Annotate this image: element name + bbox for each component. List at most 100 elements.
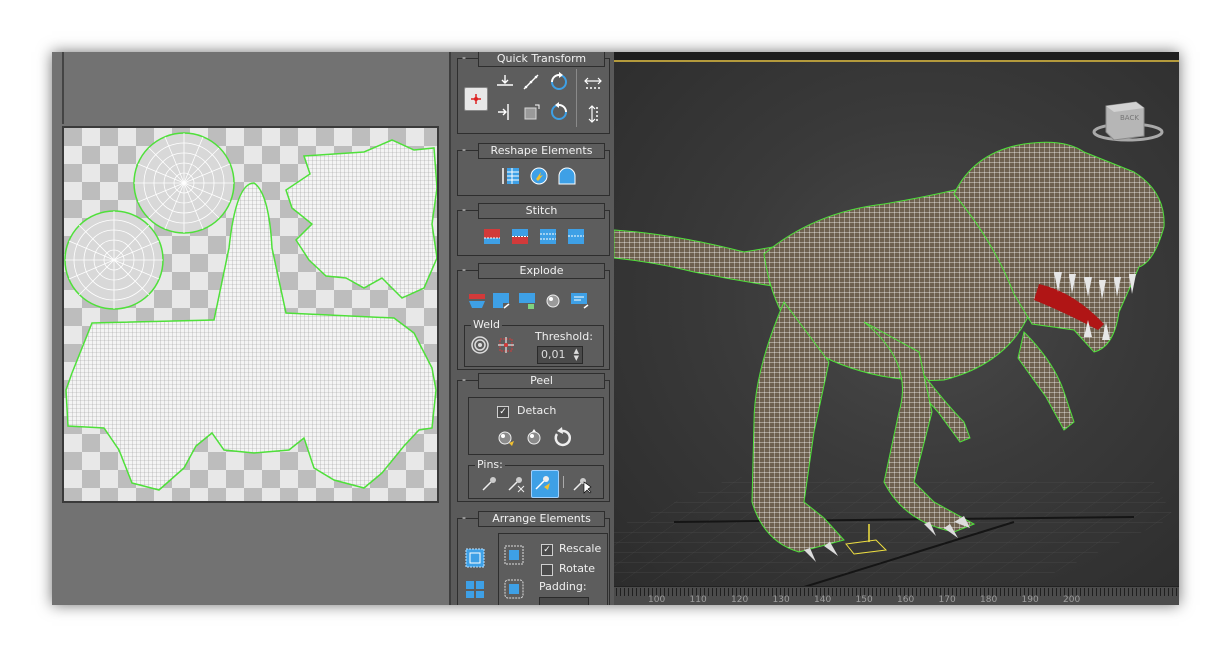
weld-target-button[interactable] (495, 334, 517, 356)
timeline-tick (640, 588, 641, 596)
rotate-ccw-button[interactable] (548, 101, 570, 123)
quick-peel-button[interactable] (495, 426, 517, 448)
space-vertical-button[interactable] (582, 103, 604, 125)
space-horizontal-button[interactable] (582, 73, 604, 95)
arrange-options-group: ✓ Rescale Rotate Padding: (498, 533, 608, 605)
uv-editor (52, 52, 449, 605)
pack-normalize-button[interactable] (464, 547, 486, 569)
timeline-tick (876, 588, 877, 596)
timeline-tick (916, 588, 917, 596)
rollout-reshape-elements: - Reshape Elements (457, 143, 610, 196)
rollout-header-reshape[interactable]: - Reshape Elements (458, 143, 609, 159)
rollout-header-arrange[interactable]: - Arrange Elements (458, 511, 609, 527)
relax-flat-icon (530, 167, 548, 185)
timeline-tick (1088, 588, 1089, 596)
timeline-tick (1060, 588, 1061, 596)
stitch-to-target-button[interactable] (482, 225, 504, 247)
break-by-sphere-button[interactable] (542, 289, 564, 311)
timeline-tick (1012, 588, 1013, 596)
padding-spinner[interactable] (539, 597, 589, 605)
pack-rescale-icon (504, 579, 524, 599)
collapse-icon[interactable]: - (462, 203, 466, 217)
collapse-icon[interactable]: - (462, 511, 466, 525)
rollout-title: Peel (478, 373, 605, 389)
pin-delete-icon (508, 477, 525, 493)
rollout-header-peel[interactable]: - Peel (458, 373, 609, 389)
straighten-button[interactable] (520, 71, 542, 93)
set-pivot-button[interactable] (464, 87, 488, 111)
spinner-arrows-icon[interactable]: ▲ ▼ (574, 348, 579, 362)
stitch-average-icon (512, 229, 528, 244)
reset-peel-button[interactable] (551, 426, 573, 448)
threshold-spinner[interactable]: 0,01 ▲ ▼ (537, 346, 583, 364)
weld-group: Weld Threshold: 0,01 ▲ ▼ (464, 318, 604, 367)
break-by-material-button[interactable] (490, 289, 512, 311)
timeline-ruler[interactable]: 100 110 120 130 140 150 160 170 180 190 200 (614, 586, 1179, 605)
align-horizontal-button[interactable] (494, 71, 516, 93)
stitch-custom-button[interactable] (566, 225, 588, 247)
rollout-arrange-elements: - Arrange Elements ✓ Rescale Rotate Padd… (457, 511, 610, 605)
break-smoothing-icon (469, 294, 485, 308)
pack-together-button[interactable] (464, 577, 486, 599)
timeline-tick (1052, 588, 1053, 596)
collapse-icon[interactable]: - (462, 52, 466, 65)
break-selection-button[interactable] (568, 289, 590, 311)
rollout-title: Explode (478, 263, 605, 279)
timeline-tick (800, 588, 801, 596)
break-by-smoothing-button[interactable] (466, 289, 488, 311)
collapse-icon[interactable]: - (462, 263, 466, 277)
detach-checkbox[interactable]: ✓ (497, 406, 509, 418)
collapse-icon[interactable]: - (462, 373, 466, 387)
timeline-tick (720, 588, 721, 596)
edit-pins-button[interactable] (479, 472, 501, 494)
timeline-tick (844, 588, 845, 596)
perspective-viewport[interactable]: BACK 100 110 120 130 140 150 160 170 180 190 200 (614, 52, 1179, 605)
rotate-cw-button[interactable] (548, 71, 570, 93)
timeline-tick (636, 588, 637, 596)
pack-custom-button[interactable] (503, 544, 525, 566)
weld-selected-button[interactable] (469, 334, 491, 356)
threshold-value[interactable]: 0,01 (541, 348, 566, 361)
straighten-selection-button[interactable] (500, 165, 522, 187)
stitch-to-source-button[interactable] (538, 225, 560, 247)
rollout-header-explode[interactable]: - Explode (458, 263, 609, 279)
pin-auto-icon (535, 476, 550, 490)
timeline-tick (1132, 588, 1133, 596)
align-vertical-button[interactable] (494, 101, 516, 123)
pack-rescale-button[interactable] (503, 578, 525, 600)
quick-peel-icon (498, 431, 514, 446)
timeline-tick (840, 588, 841, 596)
timeline-tick (1160, 588, 1161, 596)
timeline-tick (892, 588, 893, 596)
timeline-tick (936, 588, 937, 596)
auto-pin-moved-button[interactable] (531, 470, 559, 498)
timeline-tick (644, 588, 645, 596)
timeline-tick (1048, 588, 1049, 596)
viewcube-icon (1092, 101, 1164, 142)
weld-label: Weld (471, 318, 503, 331)
timeline-tick (1004, 588, 1005, 596)
viewport-canvas[interactable]: BACK (614, 60, 1179, 590)
relax-button[interactable] (520, 101, 542, 123)
uv-checker-canvas[interactable] (62, 126, 439, 503)
pack-together-icon (466, 581, 484, 598)
rollout-header-stitch[interactable]: - Stitch (458, 203, 609, 219)
rescale-checkbox[interactable]: ✓ (541, 544, 553, 556)
rotate-checkbox[interactable] (541, 564, 553, 576)
collapse-icon[interactable]: - (462, 143, 466, 157)
viewcube[interactable]: BACK (1084, 92, 1174, 152)
break-by-group-button[interactable] (516, 289, 538, 311)
stitch-average-button[interactable] (510, 225, 532, 247)
relax-until-flat-button[interactable] (528, 165, 550, 187)
peel-mode-button[interactable] (523, 426, 545, 448)
rollout-stitch: - Stitch (457, 203, 610, 256)
relax-rounded-button[interactable] (556, 165, 578, 187)
pins-label: Pins: (475, 458, 505, 471)
delete-pins-button[interactable] (505, 472, 527, 494)
rotate-cw-icon (551, 72, 567, 90)
rollout-header-quick-transform[interactable]: - Quick Transform (458, 52, 609, 67)
select-pinned-button[interactable] (571, 472, 593, 494)
viewcube-face-label[interactable]: BACK (1120, 114, 1139, 122)
uv-island-eye-top (133, 132, 235, 234)
timeline-frame-label: 180 (980, 595, 998, 605)
